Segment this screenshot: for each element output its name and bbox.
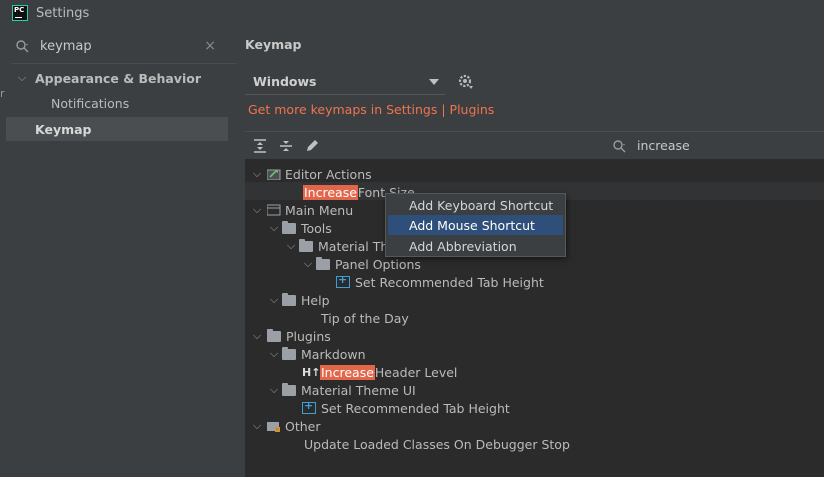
folder-icon bbox=[282, 220, 296, 234]
keymap-toolbar: increase bbox=[245, 131, 824, 159]
menu-item-add-abbreviation[interactable]: Add Abbreviation bbox=[388, 236, 563, 256]
action-label: Tip of the Day bbox=[321, 310, 409, 326]
expand-all-icon[interactable] bbox=[252, 138, 268, 154]
tree-node-other[interactable]: ⌵ Other bbox=[249, 417, 321, 435]
action-update-loaded-classes[interactable]: Update Loaded Classes On Debugger Stop bbox=[304, 435, 570, 453]
main-menu-icon bbox=[267, 204, 281, 216]
chevron-down-icon[interactable]: ⌵ bbox=[249, 167, 265, 181]
tree-node-help[interactable]: ⌵ Help bbox=[266, 291, 330, 309]
tree-node-main-menu[interactable]: ⌵ Main Menu bbox=[249, 201, 353, 219]
editor-actions-icon bbox=[267, 169, 281, 180]
action-label: Header Level bbox=[374, 364, 458, 380]
chevron-down-icon[interactable]: ⌵ bbox=[266, 383, 282, 397]
menu-item-label: Add Keyboard Shortcut bbox=[409, 197, 554, 213]
tree-node-tools[interactable]: ⌵ Tools bbox=[266, 219, 332, 237]
keymap-tree: increase ⌵ Editor Actions Increase Font … bbox=[245, 131, 824, 477]
clear-search-icon[interactable]: × bbox=[204, 38, 216, 54]
chevron-down-icon[interactable]: ⌵ bbox=[300, 257, 316, 271]
window-title: Settings bbox=[36, 6, 90, 21]
search-match-highlight: Increase bbox=[303, 184, 358, 200]
get-more-keymaps-link[interactable]: Get more keymaps in Settings | Plugins bbox=[248, 102, 494, 117]
sidebar-item-keymap[interactable]: Keymap bbox=[6, 117, 228, 141]
action-increase-header-level[interactable]: H↑ Increase Header Level bbox=[302, 363, 457, 381]
action-label: Update Loaded Classes On Debugger Stop bbox=[304, 436, 570, 452]
search-icon bbox=[16, 40, 29, 53]
other-folder-icon bbox=[267, 422, 280, 432]
context-menu: Add Keyboard Shortcut Add Mouse Shortcut… bbox=[385, 193, 566, 257]
folder-icon bbox=[282, 346, 296, 360]
tree-node-label: Tools bbox=[301, 220, 332, 236]
action-add-icon bbox=[302, 399, 316, 414]
folder-icon bbox=[267, 328, 281, 342]
folder-icon bbox=[282, 382, 296, 396]
menu-item-add-keyboard-shortcut[interactable]: Add Keyboard Shortcut bbox=[388, 195, 563, 215]
tree-node-label: Material Theme UI bbox=[301, 382, 416, 398]
keymap-filter-input[interactable]: increase bbox=[637, 138, 690, 153]
sidebar-divider bbox=[12, 63, 236, 64]
tree-node-label: Plugins bbox=[286, 328, 331, 344]
tree-node-panel-options[interactable]: ⌵ Panel Options bbox=[300, 255, 421, 273]
action-set-recommended-tab-height-2[interactable]: Set Recommended Tab Height bbox=[302, 399, 510, 417]
action-set-recommended-tab-height[interactable]: Set Recommended Tab Height bbox=[336, 273, 544, 291]
sidebar-item-label: Notifications bbox=[51, 95, 130, 111]
chevron-down-icon[interactable]: ⌵ bbox=[249, 329, 265, 343]
keymap-scheme-dropdown[interactable]: Windows bbox=[245, 69, 445, 95]
folder-icon bbox=[299, 238, 313, 252]
tree-node-markdown[interactable]: ⌵ Markdown bbox=[266, 345, 366, 363]
menu-item-label: Add Abbreviation bbox=[409, 238, 517, 254]
action-label: Set Recommended Tab Height bbox=[355, 274, 544, 290]
sidebar-item-label: Appearance & Behavior bbox=[35, 70, 201, 86]
pycharm-logo-icon: PC bbox=[12, 5, 28, 21]
tree-node-editor-actions[interactable]: ⌵ Editor Actions bbox=[249, 165, 372, 183]
search-icon bbox=[613, 140, 626, 153]
search-match-highlight: Increase bbox=[320, 364, 375, 380]
edit-pencil-icon[interactable] bbox=[304, 138, 320, 154]
chevron-down-icon[interactable]: ⌵ bbox=[15, 71, 29, 85]
chevron-down-icon[interactable]: ⌵ bbox=[249, 419, 265, 433]
tree-node-label: Other bbox=[285, 418, 321, 434]
chevron-down-icon[interactable]: ⌵ bbox=[266, 293, 282, 307]
tree-node-label: Material Th bbox=[318, 238, 389, 254]
dropdown-arrow-icon bbox=[429, 79, 439, 85]
tree-node-label: Help bbox=[301, 292, 330, 308]
clipped-label: r bbox=[0, 87, 5, 100]
folder-icon bbox=[282, 292, 296, 306]
sidebar-item-appearance-behavior[interactable]: ⌵ Appearance & Behavior bbox=[6, 66, 228, 90]
header-level-icon: H↑ bbox=[302, 365, 321, 379]
settings-search-field[interactable]: keymap × bbox=[12, 36, 224, 58]
gear-icon[interactable] bbox=[457, 73, 475, 91]
menu-item-label: Add Mouse Shortcut bbox=[409, 217, 535, 233]
action-tip-of-the-day[interactable]: Tip of the Day bbox=[321, 309, 409, 327]
settings-sidebar: keymap × r ⌵ Appearance & Behavior Notif… bbox=[0, 28, 236, 477]
chevron-down-icon[interactable]: ⌵ bbox=[266, 347, 282, 361]
tree-node-label: Markdown bbox=[301, 346, 366, 362]
settings-search-input[interactable]: keymap bbox=[40, 39, 92, 54]
tree-node-label: Editor Actions bbox=[285, 166, 372, 182]
sidebar-item-label: Keymap bbox=[35, 121, 92, 137]
chevron-down-icon[interactable]: ⌵ bbox=[266, 221, 282, 235]
title-bar: PC Settings bbox=[0, 0, 824, 28]
action-add-icon bbox=[336, 273, 350, 288]
page-title: Keymap bbox=[245, 37, 302, 52]
chevron-down-icon[interactable]: ⌵ bbox=[283, 239, 299, 253]
keymap-filter-field[interactable]: increase bbox=[609, 137, 824, 157]
action-label: Set Recommended Tab Height bbox=[321, 400, 510, 416]
tree-node-label: Panel Options bbox=[335, 256, 421, 272]
folder-icon bbox=[316, 256, 330, 270]
chevron-down-icon[interactable]: ⌵ bbox=[249, 203, 265, 217]
collapse-all-icon[interactable] bbox=[278, 138, 294, 154]
tree-node-plugins[interactable]: ⌵ Plugins bbox=[249, 327, 331, 345]
tree-node-material-theme[interactable]: ⌵ Material Th bbox=[283, 237, 388, 255]
menu-item-add-mouse-shortcut[interactable]: Add Mouse Shortcut bbox=[388, 215, 563, 235]
sidebar-item-notifications[interactable]: Notifications bbox=[6, 91, 228, 115]
tree-node-material-theme-ui[interactable]: ⌵ Material Theme UI bbox=[266, 381, 416, 399]
keymap-scheme-value: Windows bbox=[253, 74, 317, 89]
tree-node-label: Main Menu bbox=[285, 202, 354, 218]
